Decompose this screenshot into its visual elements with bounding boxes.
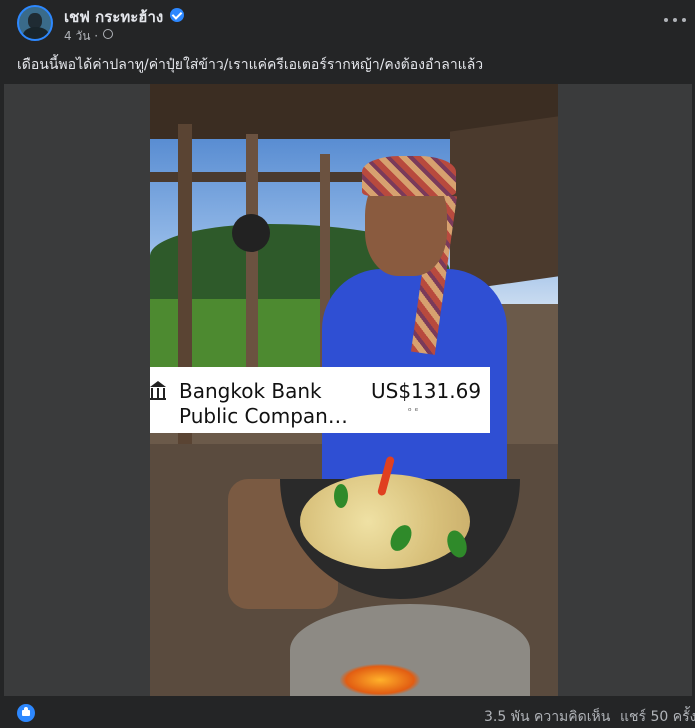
bank-icon-roof <box>150 381 166 387</box>
share-count[interactable]: แชร์ 50 ครั้ง <box>620 706 695 728</box>
bank-icon-base <box>150 398 166 400</box>
video-pillar <box>246 134 258 394</box>
facebook-post: เชฟ กระทะฮ้าง 4 วัน · เดือนนี้พอได้ค่าปล… <box>0 0 695 728</box>
post-caption: เดือนนี้พอได้ค่าปลาทู/ค่าปุ๋ยใส่ข้าว/เรา… <box>17 57 484 73</box>
more-dot <box>673 18 677 22</box>
author-name[interactable]: เชฟ กระทะฮ้าง <box>64 5 163 29</box>
ticker-company-line2: Public Compan… <box>179 404 348 428</box>
ticker-subtext: ᵒ ᵉ <box>408 407 419 417</box>
ticker-price: US$131.69 <box>371 379 482 403</box>
hanging-pan <box>232 214 270 252</box>
stock-ticker-overlay: Bangkok Bank Public Compan… US$131.69 ᵒ … <box>150 367 490 433</box>
stove-fire <box>340 664 420 696</box>
video-frame[interactable]: Bangkok Bank Public Compan… US$131.69 ᵒ … <box>150 84 558 696</box>
post-header: เชฟ กระทะฮ้าง 4 วัน · <box>0 0 695 50</box>
more-dot <box>664 18 668 22</box>
chef-headscarf <box>362 156 456 196</box>
globe-icon <box>103 29 113 39</box>
video-shed <box>450 116 558 292</box>
bank-icon-column <box>157 388 159 398</box>
verified-badge-icon <box>170 8 184 22</box>
post-timestamp[interactable]: 4 วัน · <box>64 27 98 46</box>
basil-leaf <box>334 484 348 508</box>
ticker-company-line1: Bangkok Bank <box>179 379 322 403</box>
comment-count[interactable]: 3.5 พัน ความคิดเห็น <box>484 706 610 728</box>
bank-icon-column <box>151 388 153 398</box>
bank-icon <box>150 381 166 401</box>
bank-icon-column <box>163 388 165 398</box>
post-footer: 3.5 พัน ความคิดเห็น แชร์ 50 ครั้ง <box>0 698 695 728</box>
author-avatar[interactable] <box>17 5 53 41</box>
like-reaction-icon[interactable] <box>17 704 35 722</box>
post-video[interactable]: Bangkok Bank Public Compan… US$131.69 ᵒ … <box>4 84 692 696</box>
more-dot <box>682 18 686 22</box>
more-options-icon[interactable] <box>664 18 686 26</box>
avatar-body <box>23 27 49 39</box>
